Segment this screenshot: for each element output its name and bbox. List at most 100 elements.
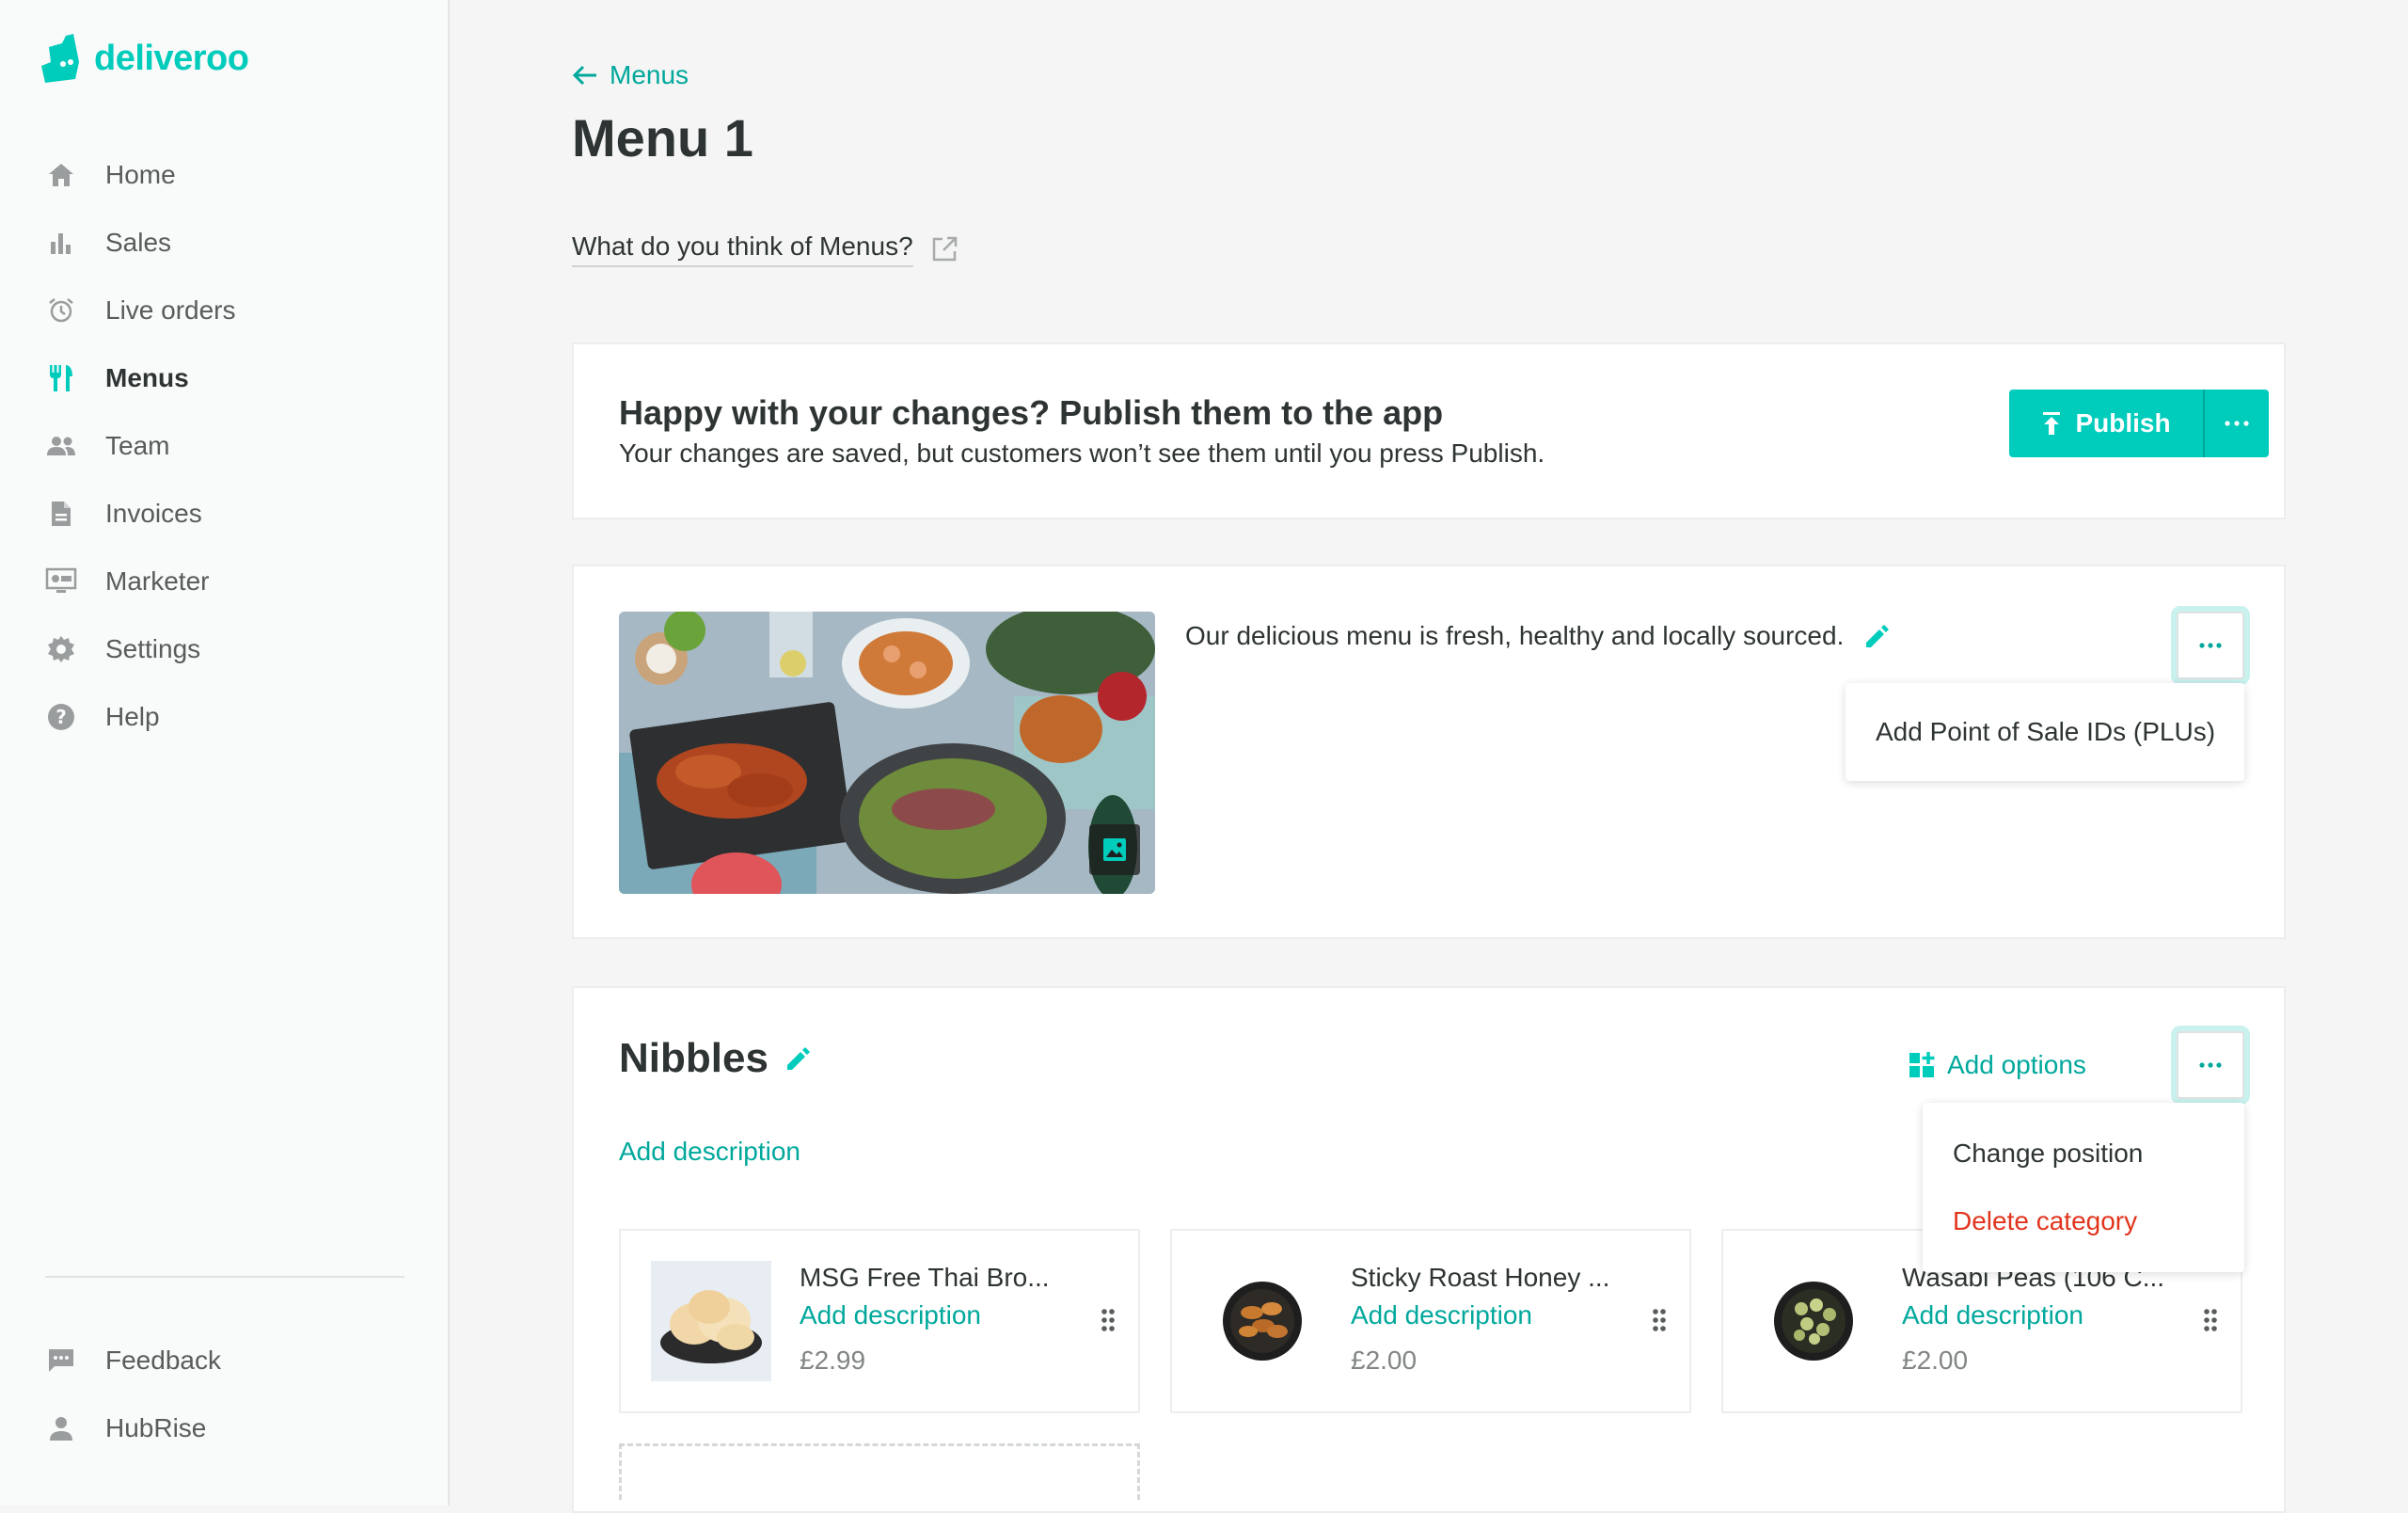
sidebar-item-label: Help xyxy=(105,702,160,731)
sidebar-item-label: HubRise xyxy=(105,1413,207,1442)
category-title: Nibbles xyxy=(619,1035,812,1082)
fork-knife-icon xyxy=(45,362,77,394)
sidebar-item-menus[interactable]: Menus xyxy=(45,344,421,412)
change-image-icon[interactable] xyxy=(1089,824,1140,875)
menu-item-card[interactable]: MSG Free Thai Bro... Add description £2.… xyxy=(619,1229,1140,1413)
category-name: Nibbles xyxy=(619,1035,768,1081)
back-to-menus-link[interactable]: Menus xyxy=(572,60,689,90)
kangaroo-logo-icon xyxy=(41,34,79,83)
add-plu-menu-item[interactable]: Add Point of Sale IDs (PLUs) xyxy=(1846,698,2244,766)
drag-handle-icon[interactable] xyxy=(1652,1308,1667,1332)
sidebar-item-label: Invoices xyxy=(105,499,202,528)
sidebar-nav: Home Sales Live orders Menus Team Invoic… xyxy=(45,141,421,751)
more-horizontal-icon xyxy=(2199,643,2222,648)
svg-text:?: ? xyxy=(55,706,67,728)
sidebar-item-settings[interactable]: Settings xyxy=(45,615,421,683)
sidebar-item-sales[interactable]: Sales xyxy=(45,209,421,277)
people-icon xyxy=(45,430,77,462)
grid-plus-icon xyxy=(1909,1052,1935,1077)
menu-description-text: Our delicious menu is fresh, healthy and… xyxy=(1185,621,1845,650)
item-thumbnail xyxy=(1753,1261,1874,1381)
item-thumbnail xyxy=(1202,1261,1323,1381)
monitor-icon xyxy=(45,565,77,597)
publish-subtitle: Your changes are saved, but customers wo… xyxy=(619,438,1545,468)
sidebar-item-home[interactable]: Home xyxy=(45,141,421,209)
external-link-icon xyxy=(932,236,957,262)
category-card: Nibbles Add description Add options MSG … xyxy=(572,986,2286,1513)
sidebar-item-help[interactable]: ? Help xyxy=(45,683,421,751)
menus-feedback-link[interactable]: What do you think of Menus? xyxy=(572,231,958,267)
food-photo-image xyxy=(619,612,1155,894)
publish-card: Happy with your changes? Publish them to… xyxy=(572,342,2286,519)
drag-handle-icon[interactable] xyxy=(1101,1308,1116,1332)
publish-button-label: Publish xyxy=(2075,408,2171,438)
menu-more-button[interactable] xyxy=(2177,612,2244,679)
menu-description: Our delicious menu is fresh, healthy and… xyxy=(1185,621,1891,651)
main-content: Menus Menu 1 What do you think of Menus?… xyxy=(450,0,2408,1513)
sidebar-item-label: Team xyxy=(105,431,170,460)
add-item-dropzone[interactable] xyxy=(619,1443,1140,1500)
category-options-dropdown: Change position Delete category xyxy=(1923,1103,2244,1272)
publish-more-button[interactable] xyxy=(2205,390,2269,457)
sidebar-item-label: Sales xyxy=(105,228,172,257)
sidebar-item-marketer[interactable]: Marketer xyxy=(45,548,421,615)
page-title: Menu 1 xyxy=(572,108,753,167)
sidebar-item-invoices[interactable]: Invoices xyxy=(45,480,421,548)
wasabi-peas-bowl-image xyxy=(1774,1282,1853,1361)
item-price: £2.99 xyxy=(800,1346,866,1375)
sidebar-bottom-nav: Feedback HubRise xyxy=(45,1327,421,1462)
sidebar-item-team[interactable]: Team xyxy=(45,412,421,480)
sidebar-item-feedback[interactable]: Feedback xyxy=(45,1327,421,1394)
item-add-description-link[interactable]: Add description xyxy=(1902,1300,2083,1330)
deliveroo-logo[interactable]: deliveroo xyxy=(38,34,249,83)
alarm-clock-icon xyxy=(45,295,77,326)
category-more-button[interactable] xyxy=(2177,1031,2244,1099)
item-price: £2.00 xyxy=(1902,1346,1969,1375)
menu-options-dropdown: Add Point of Sale IDs (PLUs) xyxy=(1846,683,2244,781)
sidebar-item-label: Marketer xyxy=(105,566,210,596)
cashew-bowl-image xyxy=(1223,1282,1302,1361)
sidebar-item-label: Menus xyxy=(105,363,189,392)
sidebar: deliveroo Home Sales Live orders Menus T… xyxy=(0,0,450,1505)
publish-title: Happy with your changes? Publish them to… xyxy=(619,393,1444,432)
sidebar-item-hubrise[interactable]: HubRise xyxy=(45,1394,421,1462)
category-add-description-link[interactable]: Add description xyxy=(619,1137,800,1167)
publish-button[interactable]: Publish xyxy=(2009,390,2203,457)
person-icon xyxy=(45,1412,77,1444)
add-options-button[interactable]: Add options xyxy=(1908,1050,2086,1080)
menu-photo[interactable] xyxy=(619,612,1155,894)
more-horizontal-icon xyxy=(2225,421,2249,426)
delete-category-menu-item[interactable]: Delete category xyxy=(1923,1187,2244,1255)
drag-handle-icon[interactable] xyxy=(2203,1308,2218,1332)
add-options-label: Add options xyxy=(1947,1050,2086,1079)
home-icon xyxy=(45,159,77,191)
menu-info-card: Our delicious menu is fresh, healthy and… xyxy=(572,565,2286,939)
sidebar-item-label: Feedback xyxy=(105,1346,221,1375)
item-add-description-link[interactable]: Add description xyxy=(800,1300,981,1330)
gear-icon xyxy=(45,633,77,665)
menu-item-card[interactable]: Sticky Roast Honey ... Add description £… xyxy=(1170,1229,1691,1413)
sidebar-item-label: Settings xyxy=(105,634,201,663)
help-icon: ? xyxy=(45,701,77,733)
document-icon xyxy=(45,498,77,530)
more-horizontal-icon xyxy=(2199,1062,2222,1068)
edit-pencil-icon[interactable] xyxy=(784,1044,812,1073)
arrow-left-icon xyxy=(572,65,596,86)
chat-icon xyxy=(45,1345,77,1377)
change-position-menu-item[interactable]: Change position xyxy=(1923,1120,2244,1187)
item-name: MSG Free Thai Bro... xyxy=(800,1263,1050,1292)
brand-name: deliveroo xyxy=(94,38,249,78)
item-price: £2.00 xyxy=(1351,1346,1418,1375)
item-add-description-link[interactable]: Add description xyxy=(1351,1300,1532,1330)
feedback-link-label: What do you think of Menus? xyxy=(572,231,913,267)
item-name: Sticky Roast Honey ... xyxy=(1351,1263,1610,1292)
bar-chart-icon xyxy=(45,227,77,259)
sidebar-item-live-orders[interactable]: Live orders xyxy=(45,277,421,344)
back-link-label: Menus xyxy=(610,60,689,89)
sidebar-item-label: Live orders xyxy=(105,295,236,325)
sidebar-item-label: Home xyxy=(105,160,176,189)
sidebar-divider xyxy=(45,1276,404,1278)
edit-pencil-icon[interactable] xyxy=(1862,622,1891,650)
item-thumbnail xyxy=(651,1261,771,1381)
crackers-image xyxy=(660,1290,762,1363)
